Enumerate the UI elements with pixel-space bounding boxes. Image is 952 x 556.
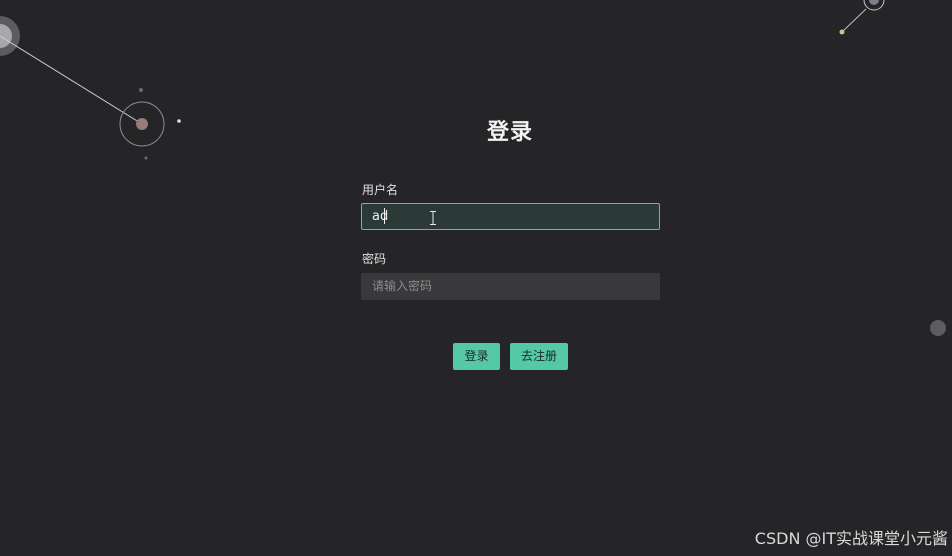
username-input[interactable]: ad xyxy=(361,203,660,230)
text-caret xyxy=(384,208,385,224)
watermark: CSDN @IT实战课堂小元酱 xyxy=(754,529,948,548)
password-label: 密码 xyxy=(362,252,387,266)
register-button[interactable]: 去注册 xyxy=(510,343,568,370)
particle-link xyxy=(841,8,867,33)
login-page: 登录 用户名 ad 密码 请输入密码 登录 去注册 CSDN @IT实战课堂小元… xyxy=(0,0,952,556)
particle-link xyxy=(0,35,143,125)
username-label: 用户名 xyxy=(362,183,399,197)
username-value: ad xyxy=(372,209,389,224)
particle-node xyxy=(869,0,879,5)
login-button[interactable]: 登录 xyxy=(453,343,500,370)
particle-dot xyxy=(144,156,148,160)
particle-dot xyxy=(839,29,845,35)
particle-dot xyxy=(139,88,143,92)
page-title: 登录 xyxy=(486,120,533,145)
particle-node xyxy=(930,320,946,336)
text-cursor-icon xyxy=(430,211,436,225)
password-input[interactable]: 请输入密码 xyxy=(361,273,660,300)
password-placeholder: 请输入密码 xyxy=(372,279,433,293)
